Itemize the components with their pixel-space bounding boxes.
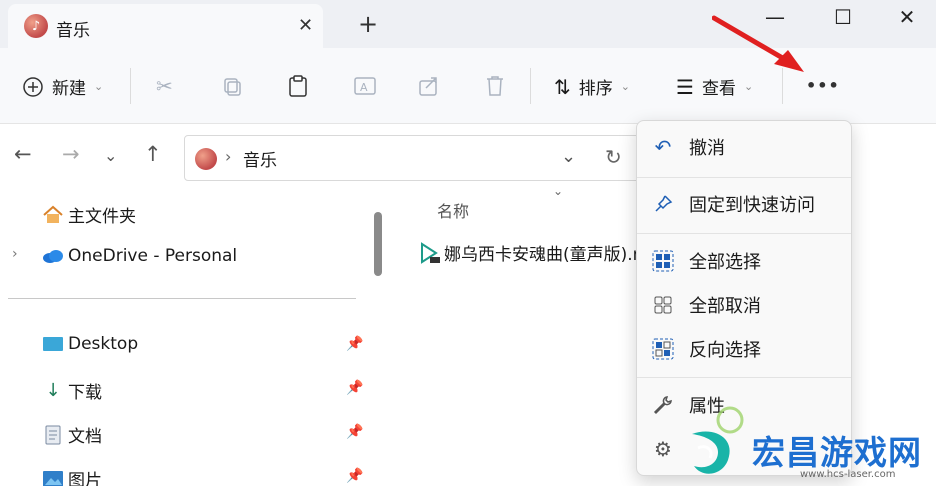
sidebar-scrollbar[interactable] [374, 212, 382, 276]
menu-divider [637, 177, 851, 178]
tab-title: 音乐 [56, 21, 90, 41]
copy-icon[interactable] [222, 76, 244, 98]
new-tab-button[interactable]: + [358, 10, 378, 38]
breadcrumb-music[interactable]: 音乐 [243, 146, 277, 171]
toolbar-divider [130, 68, 131, 104]
rename-icon[interactable]: A [353, 75, 377, 97]
svg-text:A: A [360, 81, 368, 94]
menu-item-label: 固定到快速访问 [689, 195, 815, 216]
pin-icon[interactable]: 📌 [346, 380, 363, 396]
share-icon[interactable] [418, 75, 440, 97]
back-arrow-icon[interactable]: ← [14, 142, 32, 166]
sidebar-item-pictures[interactable]: 图片 [40, 466, 102, 486]
gear-icon: ⚙ [654, 437, 672, 461]
menu-item-undo[interactable]: ↶ 撤消 [637, 127, 851, 167]
menu-item-label: 反向选择 [689, 340, 761, 361]
picture-icon [40, 470, 66, 486]
pin-icon[interactable]: 📌 [346, 336, 363, 352]
menu-item-label: 撤消 [689, 138, 725, 159]
music-folder-icon [195, 148, 217, 170]
chevron-down-icon: ⌄ [743, 80, 754, 93]
maximize-button[interactable]: ☐ [820, 2, 866, 32]
document-icon [40, 425, 66, 445]
invert-selection-icon [637, 338, 689, 360]
chevron-down-icon: ⌄ [620, 80, 630, 93]
home-icon [40, 205, 66, 225]
new-label: 新建 [52, 79, 86, 99]
watermark-logo-icon [692, 406, 744, 474]
up-arrow-icon[interactable]: ↑ [144, 142, 162, 166]
sort-indicator-icon: ⌄ [553, 184, 564, 198]
menu-item-pin-quick-access[interactable]: 固定到快速访问 [637, 184, 851, 224]
watermark-text: 宏昌游戏网 [752, 433, 922, 472]
sidebar-item-label: Desktop [68, 334, 139, 354]
plus-circle-icon [23, 76, 43, 97]
sort-label: 排序 [578, 79, 613, 99]
sidebar-item-onedrive[interactable]: OneDrive - Personal [40, 246, 237, 266]
desktop-icon [40, 335, 66, 353]
menu-divider [637, 233, 851, 234]
pin-icon[interactable]: 📌 [346, 468, 363, 484]
sidebar-item-home[interactable]: 主文件夹 [40, 202, 136, 227]
close-window-button[interactable]: ✕ [884, 2, 930, 32]
file-row[interactable]: 娜乌西卡安魂曲(童声版).m [418, 240, 649, 265]
sidebar-item-label: 图片 [68, 471, 102, 486]
chevron-down-icon: ⌄ [94, 80, 104, 93]
menu-item-invert-selection[interactable]: 反向选择 [637, 329, 851, 369]
sidebar-item-label: OneDrive - Personal [68, 246, 238, 266]
sidebar-item-label: 主文件夹 [68, 207, 136, 227]
sidebar-item-desktop[interactable]: Desktop [40, 334, 138, 354]
menu-item-select-none[interactable]: 全部取消 [637, 285, 851, 325]
file-name: 娜乌西卡安魂曲(童声版).m [444, 245, 650, 265]
music-folder-icon: ♪ [24, 14, 48, 38]
sidebar-item-label: 文档 [68, 427, 102, 447]
sort-arrows-icon: ⇅ [554, 74, 571, 99]
column-header-name[interactable]: 名称 [437, 198, 469, 222]
navigation-pane: 主文件夹 › OneDrive - Personal Desktop 📌 ↓ 下… [0, 190, 372, 486]
breadcrumb-chevron-icon: › [225, 147, 232, 166]
pin-icon[interactable]: 📌 [346, 424, 363, 440]
sidebar-item-documents[interactable]: 文档 [40, 422, 102, 447]
sidebar-item-downloads[interactable]: ↓ 下载 [40, 378, 102, 403]
toolbar-divider [530, 68, 531, 104]
sidebar-divider [8, 298, 356, 299]
view-lines-icon: ☰ [676, 74, 694, 99]
pin-icon [637, 194, 689, 214]
cloud-icon [40, 248, 66, 264]
forward-arrow-icon[interactable]: → [62, 142, 80, 166]
cut-icon[interactable]: ✂ [156, 74, 173, 98]
address-bar[interactable]: › 音乐 ⌄ ↻ [184, 135, 654, 181]
watermark-url: www.hcs-laser.com [800, 469, 896, 480]
menu-item-label: 全部选择 [689, 252, 761, 273]
menu-divider [637, 377, 851, 378]
undo-icon: ↶ [654, 135, 672, 159]
wrench-icon [637, 395, 689, 415]
paste-icon[interactable] [287, 74, 309, 98]
select-all-icon [637, 250, 689, 272]
close-tab-icon[interactable]: ✕ [298, 15, 313, 36]
delete-icon[interactable] [484, 74, 506, 98]
select-none-icon [637, 294, 689, 316]
sidebar-item-label: 下载 [68, 383, 102, 403]
menu-item-label: 全部取消 [689, 296, 761, 317]
sort-button[interactable]: ⇅ 排序 ⌄ [554, 74, 630, 100]
tab-music[interactable]: ♪ 音乐 ✕ [8, 4, 323, 48]
recent-locations-chevron-icon[interactable]: ⌄ [104, 146, 117, 165]
download-arrow-icon: ↓ [45, 380, 61, 401]
new-button[interactable]: 新建 ⌄ [22, 74, 103, 99]
annotation-arrow-icon [712, 15, 804, 72]
refresh-icon[interactable]: ↻ [605, 145, 622, 169]
address-dropdown-icon[interactable]: ⌄ [561, 146, 576, 167]
expand-chevron-icon[interactable]: › [12, 246, 18, 262]
menu-item-select-all[interactable]: 全部选择 [637, 241, 851, 281]
audio-file-icon [418, 241, 444, 265]
